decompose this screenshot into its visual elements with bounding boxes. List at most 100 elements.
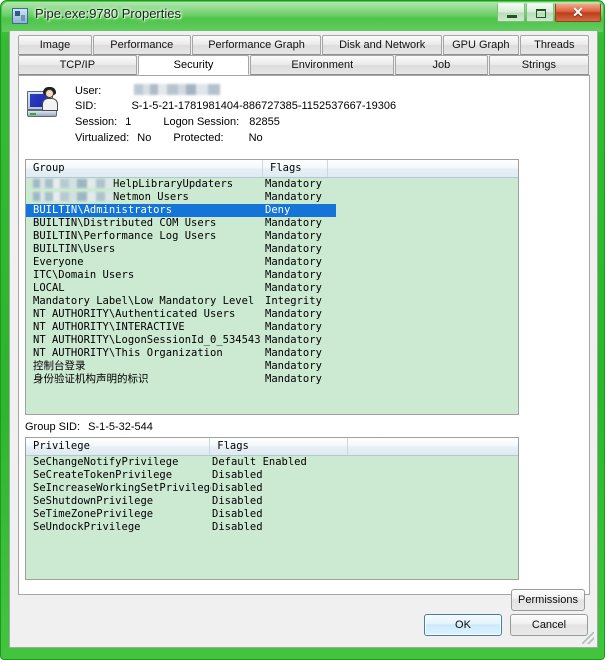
privilege-listview[interactable]: Privilege Flags SeChangeNotifyPrivilege D…: [25, 437, 519, 580]
group-row[interactable]: NT AUTHORITY\INTERACTIVE Mandatory: [26, 321, 518, 334]
tab-performance[interactable]: Performance: [92, 35, 191, 55]
minimize-button[interactable]: [497, 3, 525, 22]
group-row[interactable]: 控制台登录 Mandatory: [26, 360, 518, 373]
privilege-flags-cell: Default Enabled: [212, 456, 307, 468]
group-name-cell: BUILTIN\Users: [33, 243, 116, 255]
privilege-flags-column-header[interactable]: Flags: [210, 438, 348, 455]
privilege-spacer-column-header: [348, 438, 518, 455]
sid-label: SID:: [75, 100, 97, 112]
group-flags-cell: Mandatory: [265, 178, 322, 190]
virtualized-row: Virtualized: No Protected: No: [75, 132, 263, 144]
group-name-text: HelpLibraryUpdaters: [113, 178, 234, 190]
maximize-icon: [536, 9, 546, 18]
user-value-redacted: [134, 84, 221, 95]
group-row[interactable]: BUILTIN\Distributed COM Users Mandatory: [26, 217, 518, 230]
group-flags-cell: Mandatory: [265, 243, 322, 255]
tab-job[interactable]: Job: [395, 55, 488, 75]
group-column-header[interactable]: Group: [26, 160, 264, 177]
group-row[interactable]: ITC\Domain Users Mandatory: [26, 269, 518, 282]
group-name-cell: BUILTIN\Administrators: [33, 204, 173, 216]
tab-disk-and-network[interactable]: Disk and Network: [322, 35, 442, 55]
permissions-button[interactable]: Permissions: [511, 589, 585, 611]
group-row[interactable]: BUILTIN\Users Mandatory: [26, 243, 518, 256]
group-row[interactable]: BUILTIN\Administrators Deny: [26, 204, 336, 217]
group-name-cell: HelpLibraryUpdaters: [26, 178, 264, 191]
privilege-flags-cell: Disabled: [212, 469, 263, 481]
group-row[interactable]: Everyone Mandatory: [26, 256, 518, 269]
group-sid-row: Group SID: S-1-5-32-544: [25, 421, 153, 433]
monitor-led: [30, 113, 36, 115]
tab-threads[interactable]: Threads: [519, 35, 589, 55]
titlebar[interactable]: Pipe.exe:9780 Properties ✕: [1, 1, 605, 31]
group-name-text: Netmon Users: [113, 191, 189, 203]
group-name-cell: NT AUTHORITY\INTERACTIVE: [33, 321, 185, 333]
privilege-name-cell: SeUndockPrivilege: [33, 521, 141, 533]
privilege-row[interactable]: SeIncreaseWorkingSetPrivilege Disabled: [26, 482, 518, 495]
group-name-cell: NT AUTHORITY\LogonSessionId_0_534543: [33, 334, 261, 346]
tab-performance-graph[interactable]: Performance Graph: [191, 35, 322, 55]
virtualized-value: No: [137, 132, 152, 144]
logon-session-label: Logon Session:: [163, 116, 240, 128]
privilege-row[interactable]: SeShutdownPrivilege Disabled: [26, 495, 518, 508]
group-flags-cell: Mandatory: [265, 256, 322, 268]
tab-row-1: Image Performance Performance Graph Disk…: [18, 35, 590, 55]
group-row[interactable]: NT AUTHORITY\Authenticated Users Mandator…: [26, 308, 518, 321]
group-row[interactable]: HelpLibraryUpdaters Mandatory: [26, 178, 518, 191]
tab-environment[interactable]: Environment: [250, 55, 395, 75]
user-label: User:: [75, 85, 102, 97]
cancel-button[interactable]: Cancel: [510, 614, 588, 636]
group-row[interactable]: Mandatory Label\Low Mandatory Level Integ…: [26, 295, 518, 308]
group-row[interactable]: Netmon Users Mandatory: [26, 191, 518, 204]
group-name-cell: BUILTIN\Distributed COM Users: [33, 217, 217, 229]
redacted-domain-prefix: [33, 179, 113, 188]
group-row[interactable]: NT AUTHORITY\LogonSessionId_0_534543 Mand…: [26, 334, 518, 347]
group-flags-cell: Mandatory: [265, 334, 322, 346]
group-flags-cell: Mandatory: [265, 373, 322, 385]
group-name-cell: NT AUTHORITY\Authenticated Users: [33, 308, 236, 320]
privilege-column-header[interactable]: Privilege: [26, 438, 211, 455]
privilege-row[interactable]: SeCreateTokenPrivilege Disabled: [26, 469, 518, 482]
sid-row: SID: S-1-5-21-1781981404-886727385-11525…: [75, 100, 396, 112]
app-icon: [12, 8, 28, 24]
session-value: 1: [125, 116, 132, 128]
group-flags-cell: Mandatory: [265, 217, 322, 229]
group-flags-cell: Mandatory: [265, 360, 322, 372]
group-row[interactable]: BUILTIN\Performance Log Users Mandatory: [26, 230, 518, 243]
security-tab-panel: User: SID: S-1-5-21-1781981404-886727385…: [18, 75, 590, 611]
ok-button[interactable]: OK: [424, 614, 502, 636]
tab-gpu-graph[interactable]: GPU Graph: [442, 35, 519, 55]
group-listview-header: Group Flags: [26, 160, 518, 178]
group-name-cell: Everyone: [33, 256, 84, 268]
tab-security[interactable]: Security: [137, 55, 250, 75]
maximize-button[interactable]: [526, 3, 554, 22]
privilege-row[interactable]: SeUndockPrivilege Disabled: [26, 521, 518, 534]
privilege-row[interactable]: SeTimeZonePrivilege Disabled: [26, 508, 518, 521]
group-listview[interactable]: Group Flags HelpLibraryUpdaters Mandatory…: [25, 159, 519, 415]
sid-value: S-1-5-21-1781981404-886727385-1152537667…: [131, 100, 397, 112]
tab-image[interactable]: Image: [18, 35, 92, 55]
user-row: User:: [75, 84, 221, 97]
flags-column-header[interactable]: Flags: [263, 160, 328, 177]
group-listview-body: HelpLibraryUpdaters Mandatory Netmon Users…: [26, 178, 518, 414]
group-row[interactable]: LOCAL Mandatory: [26, 282, 518, 295]
privilege-name-cell: SeShutdownPrivilege: [33, 495, 154, 507]
privilege-name-cell: SeIncreaseWorkingSetPrivilege: [33, 482, 211, 494]
privilege-listview-body: SeChangeNotifyPrivilege Default Enabled Se…: [26, 456, 518, 579]
group-flags-cell: Deny: [265, 204, 291, 216]
group-row[interactable]: NT AUTHORITY\This Organization Mandatory: [26, 347, 518, 360]
group-flags-cell: Mandatory: [265, 269, 322, 281]
group-flags-cell: Mandatory: [265, 282, 322, 294]
protected-label: Protected:: [173, 132, 224, 144]
resize-grip[interactable]: [582, 632, 594, 644]
privilege-flags-cell: Disabled: [212, 495, 263, 507]
group-row[interactable]: 身份验证机构声明的标识 Mandatory: [26, 373, 518, 386]
privilege-name-cell: SeChangeNotifyPrivilege: [33, 456, 179, 468]
close-button[interactable]: ✕: [555, 3, 601, 22]
privilege-row[interactable]: SeChangeNotifyPrivilege Default Enabled: [26, 456, 518, 469]
session-row: Session: 1 Logon Session: 82855: [75, 116, 280, 128]
tab-strings[interactable]: Strings: [488, 55, 589, 75]
group-sid-label: Group SID:: [25, 421, 81, 433]
tab-tcpip[interactable]: TCP/IP: [18, 55, 137, 75]
group-name-cell: 身份验证机构声明的标识: [33, 373, 149, 385]
group-name-cell: LOCAL: [33, 282, 65, 294]
